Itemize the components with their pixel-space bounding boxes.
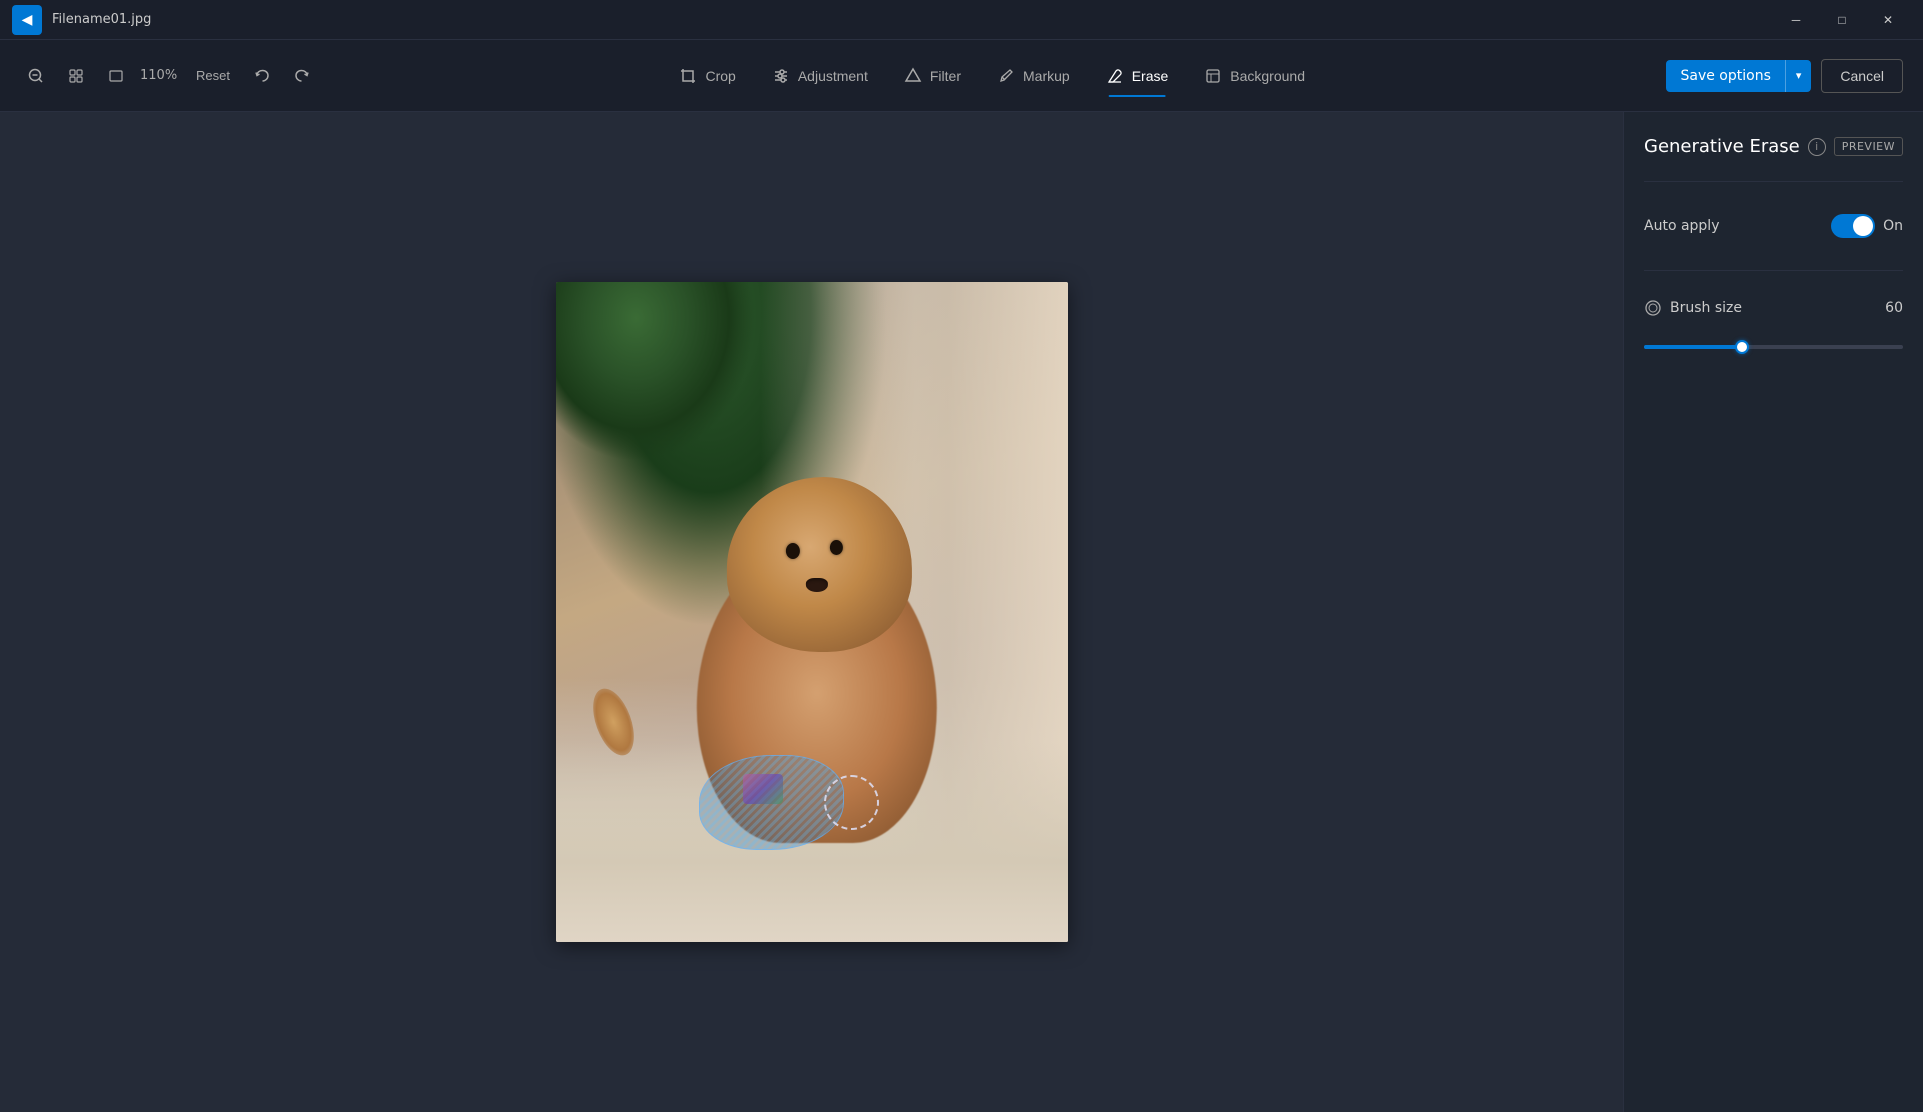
tool-markup[interactable]: Markup: [981, 59, 1086, 93]
back-icon: ◀: [22, 12, 33, 28]
redo-button[interactable]: [286, 60, 318, 92]
main-toolbar: 110% Reset Crop: [0, 40, 1923, 112]
tool-filter[interactable]: Filter: [888, 59, 977, 93]
toolbar-left: 110% Reset: [20, 60, 318, 92]
adjustment-tool-icon: [772, 67, 790, 85]
filter-label: Filter: [930, 68, 961, 84]
erase-brush-overlay: [699, 740, 879, 850]
canvas-area: [0, 112, 1623, 1112]
toolbar-nav-tools: Crop Adjustment Filter: [326, 59, 1659, 93]
fit-view-button[interactable]: [60, 60, 92, 92]
right-panel: Generative Erase i PREVIEW Auto apply On: [1623, 112, 1923, 1112]
minimize-button[interactable]: ─: [1773, 4, 1819, 36]
erase-tool-icon: [1106, 67, 1124, 85]
toggle-state-label: On: [1883, 218, 1903, 234]
zoom-out-icon: [28, 68, 44, 84]
brush-size-slider-container: [1644, 345, 1903, 349]
erased-object: [743, 774, 783, 804]
filename-label: Filename01.jpg: [52, 12, 151, 27]
filter-tool-icon: [904, 67, 922, 85]
plant-decoration: [556, 282, 756, 462]
toggle-group: On: [1831, 214, 1903, 238]
image-canvas[interactable]: [556, 282, 1068, 942]
toolbar-right: Save options ▾ Cancel: [1666, 59, 1903, 93]
maximize-button[interactable]: □: [1819, 4, 1865, 36]
background-tool-icon: [1204, 67, 1222, 85]
auto-apply-label: Auto apply: [1644, 218, 1719, 234]
brush-size-label: Brush size: [1670, 300, 1742, 316]
brush-label-group: Brush size: [1644, 299, 1742, 317]
panel-divider-2: [1644, 270, 1903, 271]
tool-crop[interactable]: Crop: [663, 59, 751, 93]
undo-icon: [254, 68, 270, 84]
reset-button[interactable]: Reset: [188, 64, 238, 87]
slider-thumb[interactable]: [1735, 340, 1749, 354]
crop-label: Crop: [705, 68, 735, 84]
panel-divider-1: [1644, 181, 1903, 182]
back-button[interactable]: ◀: [12, 5, 42, 35]
brush-size-row: Brush size 60: [1644, 295, 1903, 321]
tool-adjustment[interactable]: Adjustment: [756, 59, 884, 93]
info-icon-label: i: [1815, 140, 1818, 153]
undo-button[interactable]: [246, 60, 278, 92]
titlebar: ◀ Filename01.jpg ─ □ ✕: [0, 0, 1923, 40]
fit-view-icon: [68, 68, 84, 84]
slider-fill: [1644, 345, 1742, 349]
slider-track[interactable]: [1644, 345, 1903, 349]
zoom-out-button[interactable]: [20, 60, 52, 92]
save-options-chevron-icon: ▾: [1786, 61, 1812, 90]
erase-label: Erase: [1132, 68, 1169, 84]
markup-tool-icon: [997, 67, 1015, 85]
panel-title-row: Generative Erase i PREVIEW: [1644, 136, 1903, 157]
titlebar-left: ◀ Filename01.jpg: [12, 5, 151, 35]
markup-label: Markup: [1023, 68, 1070, 84]
adjustment-label: Adjustment: [798, 68, 868, 84]
save-options-button[interactable]: Save options ▾: [1666, 60, 1811, 92]
background-label: Background: [1230, 68, 1305, 84]
info-icon[interactable]: i: [1808, 138, 1826, 156]
zoom-level-display: 110%: [140, 68, 180, 83]
dog-eye-right: [830, 540, 843, 555]
dog-nose: [806, 578, 828, 592]
tool-background[interactable]: Background: [1188, 59, 1321, 93]
aspect-ratio-icon: [108, 68, 124, 84]
aspect-ratio-button[interactable]: [100, 60, 132, 92]
brush-size-icon: [1644, 299, 1662, 317]
main-area: Generative Erase i PREVIEW Auto apply On: [0, 112, 1923, 1112]
close-button[interactable]: ✕: [1865, 4, 1911, 36]
tool-erase[interactable]: Erase: [1090, 59, 1185, 93]
cancel-button[interactable]: Cancel: [1821, 59, 1903, 93]
auto-apply-toggle[interactable]: [1831, 214, 1875, 238]
dog-head: [726, 477, 911, 652]
brush-cursor: [824, 775, 879, 830]
auto-apply-row: Auto apply On: [1644, 206, 1903, 246]
redo-icon: [294, 68, 310, 84]
erase-blob: [699, 755, 844, 850]
photo-background: [556, 282, 1068, 942]
panel-title: Generative Erase: [1644, 136, 1800, 157]
window-controls: ─ □ ✕: [1773, 4, 1911, 36]
preview-badge: PREVIEW: [1834, 137, 1903, 156]
brush-size-value: 60: [1885, 300, 1903, 316]
crop-tool-icon: [679, 67, 697, 85]
dog-eye-left: [786, 543, 800, 559]
save-options-label: Save options: [1666, 60, 1785, 92]
